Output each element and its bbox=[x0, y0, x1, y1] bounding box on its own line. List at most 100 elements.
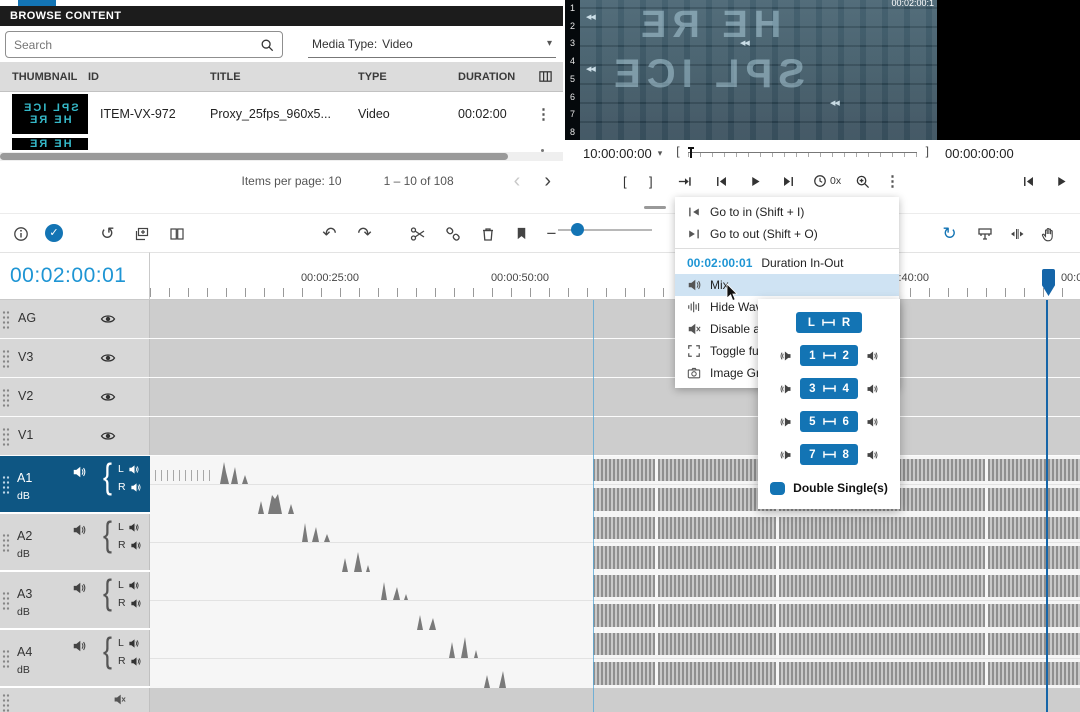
video-track-row[interactable]: V1 bbox=[0, 417, 1080, 456]
track-header-a4[interactable]: A4 dB { L R bbox=[0, 630, 150, 686]
speaker-icon[interactable] bbox=[130, 482, 141, 493]
play-in-to-out-icon[interactable] bbox=[677, 166, 692, 196]
drag-handle-icon[interactable] bbox=[2, 349, 10, 369]
compare-panels-icon[interactable] bbox=[168, 225, 185, 242]
audio-clip[interactable] bbox=[988, 488, 1080, 511]
audio-clip[interactable] bbox=[779, 546, 985, 569]
unlink-icon[interactable] bbox=[444, 225, 461, 242]
audio-clip[interactable] bbox=[658, 517, 776, 539]
previous-frame-icon[interactable] bbox=[715, 166, 728, 196]
track-content[interactable] bbox=[150, 378, 1080, 416]
source-timecode[interactable]: 10:00:00:00 bbox=[583, 146, 652, 161]
program-video-viewport[interactable] bbox=[937, 0, 1080, 140]
playback-speed-control[interactable]: 0x bbox=[813, 166, 841, 196]
menu-item-go-to-out[interactable]: Go to out (Shift + O) bbox=[675, 223, 899, 245]
drag-handle-icon[interactable] bbox=[2, 310, 10, 330]
mix-pair-button-34[interactable]: 3 4 bbox=[800, 378, 858, 399]
column-title[interactable]: TITLE bbox=[210, 71, 358, 83]
column-settings-icon[interactable] bbox=[538, 69, 553, 84]
eye-icon[interactable] bbox=[100, 350, 116, 366]
next-page-icon[interactable]: › bbox=[532, 171, 563, 191]
video-track-row[interactable]: V3 bbox=[0, 339, 1080, 378]
track-header-a1[interactable]: A1 dB { L R bbox=[0, 456, 150, 512]
audio-clip[interactable] bbox=[988, 517, 1080, 539]
mark-in-button[interactable]: [ bbox=[623, 166, 627, 196]
items-per-page[interactable]: Items per page: 10 bbox=[242, 174, 342, 188]
drag-handle-icon[interactable] bbox=[2, 649, 10, 669]
drag-handle-icon[interactable] bbox=[2, 591, 10, 611]
previous-page-icon[interactable]: ‹ bbox=[502, 171, 533, 191]
audio-clip[interactable] bbox=[988, 662, 1080, 685]
table-row[interactable]: SPL ICE HE RE ITEM-VX-972 Proxy_25fps_96… bbox=[0, 92, 563, 136]
partial-track-row[interactable] bbox=[0, 688, 1080, 712]
cut-icon[interactable] bbox=[409, 225, 426, 242]
speaker-icon[interactable] bbox=[780, 383, 792, 395]
audio-clip[interactable] bbox=[988, 604, 1080, 627]
approve-toggle-icon[interactable]: ✓ bbox=[45, 224, 63, 242]
audio-clip[interactable] bbox=[988, 459, 1080, 481]
double-singles-option[interactable]: Double Single(s) bbox=[770, 481, 888, 495]
audio-clip[interactable] bbox=[988, 546, 1080, 569]
audio-clip[interactable] bbox=[779, 575, 985, 597]
video-track-row[interactable]: AG bbox=[0, 300, 1080, 339]
speaker-muted-icon[interactable] bbox=[113, 693, 126, 706]
video-track-row[interactable]: V2 bbox=[0, 378, 1080, 417]
speaker-icon[interactable] bbox=[780, 449, 792, 461]
info-icon[interactable] bbox=[12, 225, 29, 242]
column-duration[interactable]: DURATION bbox=[458, 71, 520, 83]
mix-pair-button-56[interactable]: 5 6 bbox=[800, 411, 858, 432]
track-content[interactable] bbox=[150, 339, 1080, 377]
audio-clip[interactable] bbox=[658, 662, 776, 685]
track-header-v2[interactable]: V2 bbox=[0, 378, 150, 416]
render-refresh-icon[interactable]: ↻ bbox=[941, 225, 958, 242]
speaker-icon[interactable] bbox=[866, 449, 878, 461]
eye-icon[interactable] bbox=[100, 428, 116, 444]
db-label[interactable]: dB bbox=[17, 548, 30, 560]
double-singles-toggle-icon[interactable] bbox=[770, 482, 785, 495]
divider-drag-handle[interactable] bbox=[644, 206, 666, 209]
mark-out-button[interactable]: ] bbox=[649, 166, 653, 196]
audio-clip[interactable] bbox=[779, 604, 985, 627]
drag-handle-icon[interactable] bbox=[2, 475, 10, 495]
speaker-icon[interactable] bbox=[72, 639, 86, 653]
audio-track-row-a2[interactable]: A2 dB { L R bbox=[0, 514, 1080, 572]
speaker-icon[interactable] bbox=[866, 350, 878, 362]
audio-track-row-a3[interactable]: A3 dB { L R bbox=[0, 572, 1080, 630]
zoom-out-icon[interactable]: − bbox=[543, 225, 560, 242]
delete-icon[interactable] bbox=[479, 225, 496, 242]
audio-clip[interactable] bbox=[593, 662, 655, 685]
track-header-a3[interactable]: A3 dB { L R bbox=[0, 572, 150, 628]
audio-clip[interactable] bbox=[593, 575, 655, 597]
timeline-ruler[interactable]: 00:00:25:00 00:00:50:00 00:01:15:00 00:0… bbox=[150, 252, 1080, 300]
trim-tool-icon[interactable] bbox=[1008, 225, 1025, 242]
mix-pair-button-12[interactable]: 1 2 bbox=[800, 345, 858, 366]
marker-icon[interactable] bbox=[513, 225, 530, 242]
speaker-icon[interactable] bbox=[128, 464, 139, 475]
horizontal-scrollbar[interactable] bbox=[0, 152, 563, 161]
item-thumbnail[interactable]: SPL ICE HE RE bbox=[12, 94, 88, 134]
speaker-icon[interactable] bbox=[130, 656, 141, 667]
zoom-slider-thumb[interactable] bbox=[571, 223, 584, 236]
speaker-icon[interactable] bbox=[780, 416, 792, 428]
db-label[interactable]: dB bbox=[17, 606, 30, 618]
play-icon[interactable] bbox=[1055, 166, 1068, 196]
eye-icon[interactable] bbox=[100, 389, 116, 405]
drag-handle-icon[interactable] bbox=[2, 427, 10, 447]
next-frame-icon[interactable] bbox=[782, 166, 795, 196]
search-input[interactable] bbox=[14, 38, 260, 52]
playhead-line[interactable] bbox=[1046, 300, 1048, 712]
undo-icon[interactable]: ↶ bbox=[321, 225, 338, 242]
column-type[interactable]: TYPE bbox=[358, 71, 458, 83]
eye-icon[interactable] bbox=[100, 311, 116, 327]
speaker-icon[interactable] bbox=[128, 638, 139, 649]
speaker-icon[interactable] bbox=[130, 598, 141, 609]
audio-clip[interactable] bbox=[779, 517, 985, 539]
track-header-a2[interactable]: A2 dB { L R bbox=[0, 514, 150, 570]
search-icon[interactable] bbox=[260, 38, 274, 52]
speaker-icon[interactable] bbox=[72, 523, 86, 537]
audio-clip[interactable] bbox=[779, 662, 985, 685]
mix-pair-button-78[interactable]: 7 8 bbox=[800, 444, 858, 465]
next-row-thumbnail-partial[interactable]: HE RE bbox=[12, 138, 88, 150]
row-kebab-menu-icon[interactable]: ⋮ bbox=[536, 107, 551, 122]
audio-track-row-a1[interactable]: A1 dB { L R bbox=[0, 456, 1080, 514]
